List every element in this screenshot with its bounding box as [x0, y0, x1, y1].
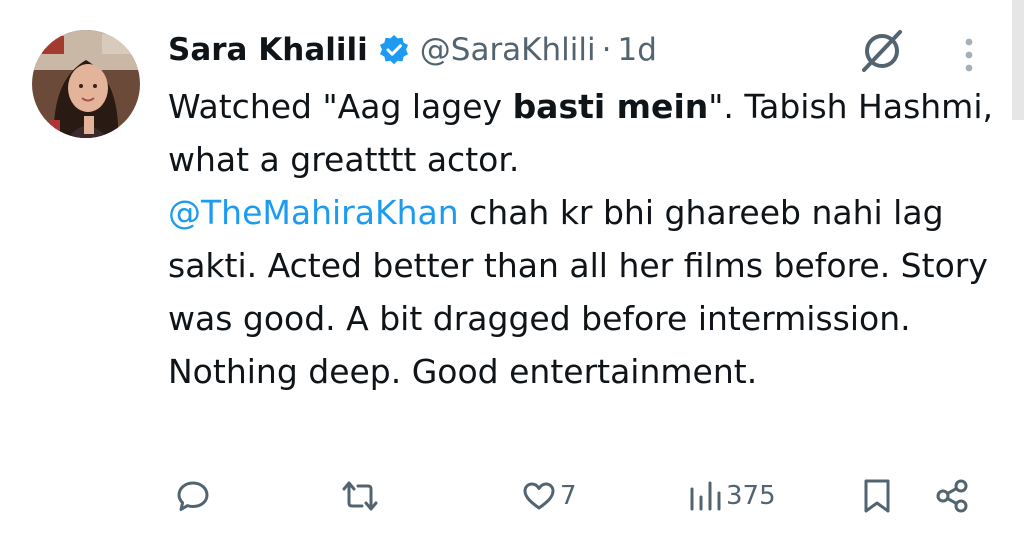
- timestamp[interactable]: 1d: [617, 32, 656, 68]
- views-button[interactable]: 375: [688, 466, 776, 526]
- action-bar: 7 375: [0, 466, 1024, 526]
- tweet-header: Sara Khalili @SaraKhlili · 1d: [168, 26, 657, 74]
- bookmark-button[interactable]: [862, 466, 892, 526]
- share-icon: [936, 479, 968, 513]
- views-count: 375: [726, 481, 776, 511]
- reply-icon: [177, 481, 209, 511]
- views-icon: [690, 481, 721, 511]
- reply-button[interactable]: [176, 466, 210, 526]
- tweet-text: Watched "Aag lagey basti mein". Tabish H…: [168, 80, 998, 398]
- heart-icon: [523, 482, 555, 510]
- grok-icon[interactable]: [856, 28, 908, 74]
- like-count: 7: [560, 481, 577, 511]
- tweet-text-part1: Watched "Aag lagey: [168, 87, 513, 126]
- tweet-text-bold: basti mein: [512, 87, 709, 126]
- share-button[interactable]: [934, 466, 970, 526]
- separator-dot: ·: [601, 32, 612, 68]
- like-button[interactable]: 7: [522, 466, 577, 526]
- bookmark-icon: [864, 479, 890, 513]
- avatar[interactable]: [32, 30, 140, 138]
- tweet[interactable]: Sara Khalili @SaraKhlili · 1d Watched "A…: [0, 0, 1024, 539]
- retweet-button[interactable]: [340, 466, 380, 526]
- verified-badge-icon: [379, 35, 408, 65]
- author-name[interactable]: Sara Khalili: [168, 32, 368, 68]
- more-options-icon[interactable]: [958, 36, 980, 76]
- scrollbar[interactable]: [1012, 0, 1024, 120]
- author-handle[interactable]: @SaraKhlili: [420, 32, 596, 68]
- retweet-icon: [342, 481, 378, 511]
- mention-link[interactable]: @TheMahiraKhan: [168, 193, 459, 232]
